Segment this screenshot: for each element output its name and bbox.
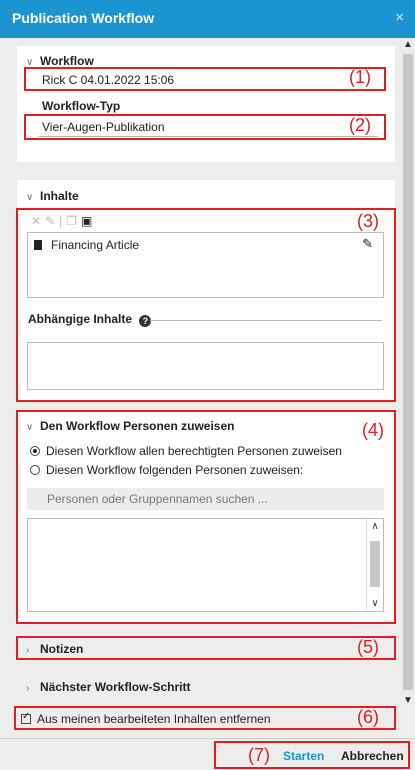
- dependent-divider: [150, 320, 382, 321]
- workflow-type-label: Workflow-Typ: [42, 99, 121, 113]
- remove-from-edited-label: Aus meinen bearbeiteten Inhalten entfern…: [37, 712, 271, 726]
- inhalte-section-label: Inhalte: [40, 189, 79, 203]
- content-list[interactable]: Financing Article ✎: [27, 232, 384, 298]
- annotation-number-1: (1): [349, 67, 371, 87]
- annotation-number-6: (6): [357, 707, 379, 727]
- help-icon[interactable]: ?: [139, 315, 152, 327]
- start-button[interactable]: Starten: [283, 749, 324, 763]
- footer-divider: [0, 738, 415, 739]
- scroll-up-icon[interactable]: ▲: [401, 38, 415, 52]
- title-bar: Publication Workflow ×: [0, 0, 415, 38]
- dependent-content-box[interactable]: [27, 342, 384, 390]
- next-step-section-label: Nächster Workflow-Schritt: [40, 680, 191, 694]
- window-title: Publication Workflow: [12, 10, 155, 26]
- edit-icon[interactable]: ✎: [45, 214, 59, 228]
- listbox-scroll-down-icon[interactable]: ∨: [367, 598, 383, 609]
- workflow-type-select[interactable]: Vier-Augen-Publikation: [42, 120, 165, 134]
- delete-icon[interactable]: ✕: [31, 214, 45, 228]
- copy-icon[interactable]: ❐: [66, 214, 81, 228]
- listbox-scroll-thumb[interactable]: [370, 541, 380, 587]
- chevron-right-icon: ›: [26, 683, 30, 694]
- notizen-section-header[interactable]: › Notizen: [26, 642, 83, 656]
- radio-assign-specific[interactable]: Diesen Workflow folgenden Personen zuwei…: [30, 463, 303, 477]
- inhalte-section-header[interactable]: ∨ Inhalte: [26, 189, 79, 203]
- chevron-down-icon: ∨: [26, 422, 34, 433]
- dependent-content-label: Abhängige Inhalte ?: [28, 312, 152, 327]
- paste-icon[interactable]: ▣: [81, 214, 96, 228]
- workflow-section-header[interactable]: ∨ Workflow: [26, 54, 94, 68]
- radio-specific-label: Diesen Workflow folgenden Personen zuwei…: [46, 463, 304, 477]
- scroll-down-icon[interactable]: ▼: [401, 694, 415, 708]
- pencil-icon[interactable]: ✎: [362, 236, 373, 252]
- remove-from-edited-checkbox[interactable]: Aus meinen bearbeiteten Inhalten entfern…: [21, 711, 271, 726]
- annotation-number-2: (2): [349, 115, 371, 135]
- workflow-section-label: Workflow: [40, 54, 94, 68]
- person-search-input[interactable]: Personen oder Gruppennamen suchen ...: [27, 488, 384, 510]
- annotation-number-4: (4): [362, 420, 384, 440]
- radio-specific-indicator[interactable]: [30, 465, 40, 475]
- annotation-number-7: (7): [248, 745, 270, 765]
- assignee-listbox[interactable]: ∧ ∨: [27, 518, 384, 612]
- next-step-section-header[interactable]: › Nächster Workflow-Schritt: [26, 680, 190, 694]
- radio-all-label: Diesen Workflow allen berechtigten Perso…: [46, 444, 342, 458]
- assign-section-label: Den Workflow Personen zuweisen: [40, 419, 235, 433]
- checkbox-indicator[interactable]: [21, 711, 31, 724]
- document-icon: [34, 240, 42, 250]
- close-icon[interactable]: ×: [395, 9, 404, 26]
- assign-section-header[interactable]: ∨ Den Workflow Personen zuweisen: [26, 419, 234, 433]
- annotation-number-5: (5): [357, 637, 379, 657]
- dependent-content-label-text: Abhängige Inhalte: [28, 312, 133, 326]
- list-item[interactable]: Financing Article: [34, 238, 139, 252]
- annotation-number-3: (3): [357, 211, 379, 231]
- chevron-right-icon: ›: [26, 645, 30, 656]
- list-item-label: Financing Article: [51, 238, 140, 252]
- workflow-name-field[interactable]: Rick C 04.01.2022 15:06: [42, 73, 174, 87]
- scroll-thumb[interactable]: [403, 54, 413, 690]
- radio-all-indicator[interactable]: [30, 446, 40, 456]
- cancel-button[interactable]: Abbrechen: [341, 749, 404, 763]
- inhalte-toolbar: ✕✎|❐▣: [31, 214, 96, 228]
- workflow-type-underline: [38, 136, 378, 137]
- listbox-scroll-up-icon[interactable]: ∧: [367, 521, 383, 532]
- panel-scrollbar[interactable]: ▲ ▼: [401, 38, 415, 708]
- radio-assign-all[interactable]: Diesen Workflow allen berechtigten Perso…: [30, 444, 342, 458]
- chevron-down-icon: ∨: [26, 192, 34, 203]
- listbox-scrollbar[interactable]: ∧ ∨: [366, 519, 383, 611]
- notizen-section-label: Notizen: [40, 642, 84, 656]
